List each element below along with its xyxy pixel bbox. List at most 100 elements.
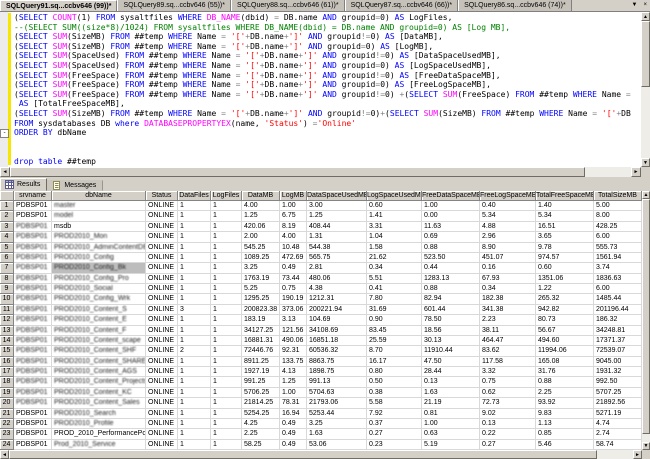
grid-cell-status[interactable]: ONLINE	[146, 336, 178, 346]
grid-cell-logMB[interactable]: 1.00	[280, 388, 307, 398]
grid-cell-srvname[interactable]: PDBSP01	[14, 409, 52, 419]
tab-list-dropdown-icon[interactable]: ▼	[629, 0, 641, 11]
column-header-FreeLogSpaceMB[interactable]: FreeLogSpaceMB	[480, 191, 536, 201]
grid-cell-totalFreeSpaceMB[interactable]: 9.83	[536, 409, 594, 419]
grid-cell-dbName[interactable]: master	[52, 201, 146, 211]
grid-cell-dataFiles[interactable]: 1	[178, 440, 211, 450]
grid-cell-dataSpaceUsedMB[interactable]: 1.25	[307, 211, 367, 221]
grid-cell-srvname[interactable]: PDBSP01	[14, 388, 52, 398]
grid-cell-srvname[interactable]: PDBSP01	[14, 232, 52, 242]
grid-cell-totalSizeMB[interactable]: 4.74	[594, 419, 642, 429]
editor-hscrollbar[interactable]: ◄ ►	[0, 167, 641, 177]
grid-cell-freeLogSpaceMB[interactable]: 341.38	[480, 305, 536, 315]
row-number[interactable]: 8	[0, 274, 14, 284]
grid-cell-dataSpaceUsedMB[interactable]: 2.81	[307, 263, 367, 273]
grid-cell-freeLogSpaceMB[interactable]: 0.40	[480, 201, 536, 211]
scroll-right-icon[interactable]: ►	[633, 450, 642, 459]
grid-cell-dataMB[interactable]: 5706.25	[242, 388, 280, 398]
scroll-right-icon[interactable]: ►	[631, 167, 641, 177]
grid-cell-logSpaceUsedMB[interactable]: 0.50	[367, 377, 422, 387]
outline-collapse-icon[interactable]: -	[0, 129, 9, 138]
column-header-TotalSizeMB[interactable]: TotalSizeMB	[594, 191, 642, 201]
grid-cell-freeDataSpaceMB[interactable]: 0.88	[422, 284, 480, 294]
grid-cell-logFiles[interactable]: 1	[211, 201, 242, 211]
grid-cell-dataMB[interactable]: 16881.31	[242, 336, 280, 346]
grid-cell-freeLogSpaceMB[interactable]: 72.73	[480, 398, 536, 408]
grid-cell-logMB[interactable]: 1.25	[280, 377, 307, 387]
grid-cell-status[interactable]: ONLINE	[146, 232, 178, 242]
grid-cell-freeLogSpaceMB[interactable]: 2.23	[480, 315, 536, 325]
sql-code-text[interactable]: (SELECT COUNT(1) FROM sysaltfiles WHERE …	[14, 13, 632, 167]
grid-cell-logSpaceUsedMB[interactable]: 0.34	[367, 263, 422, 273]
grid-cell-totalSizeMB[interactable]: 992.50	[594, 377, 642, 387]
grid-cell-dataFiles[interactable]: 1	[178, 201, 211, 211]
grid-cell-freeLogSpaceMB[interactable]: 3.32	[480, 367, 536, 377]
column-header-srvname[interactable]: srvname	[14, 191, 52, 201]
grid-cell-dbName[interactable]: PROD2010_Config_Bk	[52, 263, 146, 273]
scroll-left-icon[interactable]: ◄	[0, 450, 9, 459]
grid-cell-logSpaceUsedMB[interactable]: 0.23	[367, 440, 422, 450]
grid-cell-freeDataSpaceMB[interactable]: 21.19	[422, 398, 480, 408]
grid-cell-dbName[interactable]: PROD2010_Content_scape	[52, 336, 146, 346]
grid-cell-logFiles[interactable]: 1	[211, 232, 242, 242]
column-header-LogMB[interactable]: LogMB	[280, 191, 307, 201]
grid-cell-totalFreeSpaceMB[interactable]: 31.76	[536, 367, 594, 377]
grid-cell-totalSizeMB[interactable]: 1561.94	[594, 253, 642, 263]
grid-cell-freeDataSpaceMB[interactable]: 0.81	[422, 409, 480, 419]
grid-cell-totalSizeMB[interactable]: 58.74	[594, 440, 642, 450]
grid-cell-srvname[interactable]: PDBSP01	[14, 243, 52, 253]
grid-cell-totalFreeSpaceMB[interactable]: 80.73	[536, 315, 594, 325]
grid-cell-dataMB[interactable]: 1.25	[242, 211, 280, 221]
grid-cell-srvname[interactable]: PDBSP01	[14, 326, 52, 336]
grid-cell-srvname[interactable]: PDBSP01	[14, 211, 52, 221]
grid-cell-logFiles[interactable]: 1	[211, 326, 242, 336]
grid-cell-logMB[interactable]: 4.00	[280, 232, 307, 242]
row-number[interactable]: 2	[0, 211, 14, 221]
grid-cell-freeLogSpaceMB[interactable]: 117.58	[480, 357, 536, 367]
sql-editor[interactable]: - (SELECT COUNT(1) FROM sysaltfiles WHER…	[0, 12, 641, 167]
row-number[interactable]: 6	[0, 253, 14, 263]
grid-cell-srvname[interactable]: PDBSP01	[14, 440, 52, 450]
grid-cell-freeDataSpaceMB[interactable]: 30.13	[422, 336, 480, 346]
grid-cell-status[interactable]: ONLINE	[146, 419, 178, 429]
row-number[interactable]: 11	[0, 305, 14, 315]
grid-cell-dataSpaceUsedMB[interactable]: 1898.75	[307, 367, 367, 377]
grid-cell-dataFiles[interactable]: 1	[178, 357, 211, 367]
grid-cell-freeLogSpaceMB[interactable]: 464.47	[480, 336, 536, 346]
column-header-FreeDataSpaceMB[interactable]: FreeDataSpaceMB	[422, 191, 480, 201]
grid-cell-dataFiles[interactable]: 1	[178, 284, 211, 294]
grid-cell-dataMB[interactable]: 420.06	[242, 222, 280, 232]
grid-cell-freeLogSpaceMB[interactable]: 0.27	[480, 440, 536, 450]
grid-cell-logMB[interactable]: 133.75	[280, 357, 307, 367]
grid-cell-freeDataSpaceMB[interactable]: 1283.13	[422, 274, 480, 284]
grid-cell-totalSizeMB[interactable]: 5271.19	[594, 409, 642, 419]
grid-cell-dataSpaceUsedMB[interactable]: 544.38	[307, 243, 367, 253]
grid-vscrollbar[interactable]: ▲ ▼	[642, 191, 650, 450]
grid-cell-status[interactable]: ONLINE	[146, 284, 178, 294]
column-header-DataFiles[interactable]: DataFiles	[178, 191, 211, 201]
grid-cell-freeDataSpaceMB[interactable]: 18.56	[422, 326, 480, 336]
grid-cell-status[interactable]: ONLINE	[146, 305, 178, 315]
grid-cell-logMB[interactable]: 190.19	[280, 294, 307, 304]
grid-cell-dataFiles[interactable]: 3	[178, 305, 211, 315]
grid-corner-cell[interactable]	[0, 191, 14, 201]
row-number[interactable]: 7	[0, 263, 14, 273]
grid-cell-dataMB[interactable]: 991.25	[242, 377, 280, 387]
grid-cell-logMB[interactable]: 0.75	[280, 284, 307, 294]
grid-cell-dbName[interactable]: PROD2010_AdminContentDB	[52, 243, 146, 253]
grid-cell-freeLogSpaceMB[interactable]: 5.34	[480, 211, 536, 221]
grid-cell-totalSizeMB[interactable]: 8.00	[594, 211, 642, 221]
grid-cell-totalFreeSpaceMB[interactable]: 2.25	[536, 388, 594, 398]
grid-cell-dbName[interactable]: PROD2010_Content_Sales	[52, 398, 146, 408]
editor-vscroll-thumb[interactable]	[641, 21, 650, 87]
grid-cell-totalFreeSpaceMB[interactable]: 5.46	[536, 440, 594, 450]
grid-cell-freeLogSpaceMB[interactable]: 0.13	[480, 419, 536, 429]
column-header-dbName[interactable]: dbName	[52, 191, 146, 201]
grid-cell-status[interactable]: ONLINE	[146, 377, 178, 387]
grid-cell-totalFreeSpaceMB[interactable]: 56.67	[536, 326, 594, 336]
document-tab-5[interactable]: SQLQuery86.sq...ccbv646 (74))*	[458, 0, 572, 11]
grid-cell-logMB[interactable]: 3.13	[280, 315, 307, 325]
grid-cell-srvname[interactable]: PDBSP01	[14, 315, 52, 325]
grid-cell-freeDataSpaceMB[interactable]: 11910.44	[422, 346, 480, 356]
grid-cell-totalFreeSpaceMB[interactable]: 494.60	[536, 336, 594, 346]
